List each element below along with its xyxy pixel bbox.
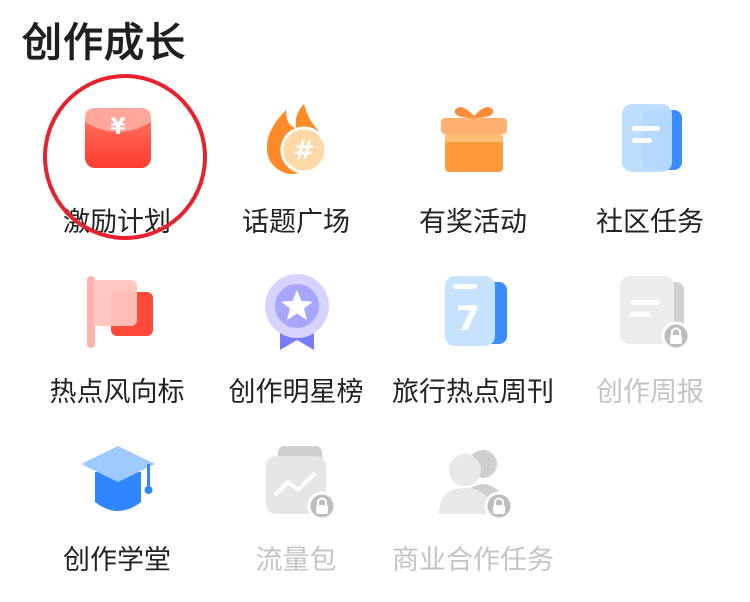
grid-item-topic-square[interactable]: # 话题广场	[206, 100, 386, 260]
grid-item-label: 热点风向标	[49, 377, 185, 408]
feature-grid: ¥ 激励计划 # 话题广场 有奖活动 社区任务 热点风向标 创作明星榜 7 旅行…	[0, 0, 750, 581]
grid-item-prize-events[interactable]: 有奖活动	[383, 100, 563, 260]
grid-item-creator-weekly-report[interactable]: 创作周报	[560, 272, 740, 432]
locked-wallet-icon	[258, 442, 337, 521]
grid-item-traffic-package[interactable]: 流量包	[206, 442, 386, 602]
grid-item-travel-weekly[interactable]: 7 旅行热点周刊	[383, 272, 563, 432]
grid-item-label: 旅行热点周刊	[392, 377, 554, 408]
hashtag-flame-icon: #	[258, 100, 336, 178]
grid-item-label: 有奖活动	[419, 207, 527, 238]
grid-item-label: 社区任务	[596, 207, 704, 238]
graduation-cap-icon	[79, 442, 157, 520]
grid-item-label: 话题广场	[242, 207, 350, 238]
grid-item-creator-star-ranking[interactable]: 创作明星榜	[206, 272, 386, 432]
gift-box-icon	[435, 100, 513, 178]
locked-users-icon	[435, 442, 514, 521]
grid-item-incentive-plan[interactable]: ¥ 激励计划	[27, 100, 207, 260]
grid-item-label: 激励计划	[63, 207, 171, 238]
grid-item-label: 创作明星榜	[228, 377, 364, 408]
grid-item-community-tasks[interactable]: 社区任务	[560, 100, 740, 260]
grid-item-trend-vane[interactable]: 热点风向标	[27, 272, 207, 432]
seven-glyph: 7	[456, 299, 480, 339]
task-card-icon	[612, 100, 690, 178]
grid-item-creator-academy[interactable]: 创作学堂	[27, 442, 207, 602]
red-envelope-icon: ¥	[79, 100, 157, 178]
grid-item-label: 流量包	[255, 545, 337, 576]
grid-item-label: 创作学堂	[63, 545, 171, 576]
yuan-glyph: ¥	[110, 115, 126, 140]
grid-item-label: 商业合作任务	[392, 545, 554, 576]
star-medal-icon	[258, 272, 336, 350]
hash-glyph: #	[293, 136, 315, 166]
calendar-7-icon: 7	[435, 272, 513, 350]
grid-item-label: 创作周报	[596, 377, 704, 408]
flag-icon	[79, 272, 157, 350]
locked-report-icon	[612, 272, 691, 351]
grid-item-business-tasks[interactable]: 商业合作任务	[383, 442, 563, 602]
